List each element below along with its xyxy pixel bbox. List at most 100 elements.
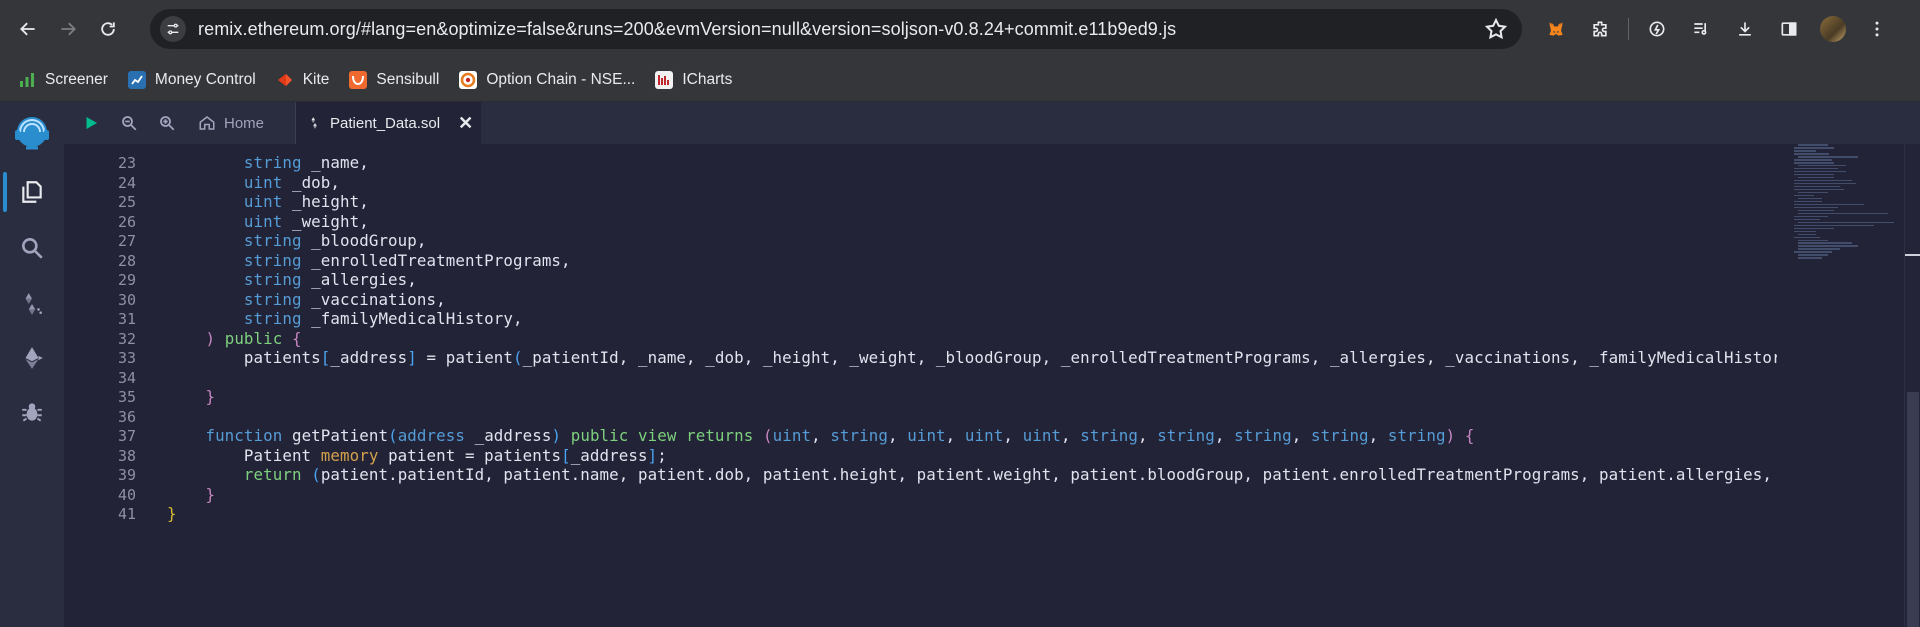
code-line[interactable]: string _bloodGroup, [167, 231, 427, 250]
code-token: return [243, 465, 302, 484]
code-token: uint [964, 426, 1004, 445]
code-token: uint [1022, 426, 1062, 445]
minimap-line [1798, 191, 1828, 194]
reload-button[interactable] [88, 9, 128, 49]
metamask-icon[interactable] [1538, 11, 1574, 47]
minimap[interactable] [1784, 144, 1900, 627]
code-token: _name, [301, 153, 369, 172]
code-line[interactable]: uint _dob, [167, 173, 340, 192]
tab-patient-data-sol[interactable]: Patient_Data.sol ✕ [296, 102, 482, 144]
code-token: uint [243, 211, 283, 231]
minimap-line [1798, 242, 1852, 245]
bookmark-screener[interactable]: Screener [14, 64, 118, 96]
bookmark-icharts[interactable]: ICharts [651, 64, 742, 96]
minimap-line [1798, 221, 1894, 224]
code-token: string [1387, 426, 1446, 445]
solidity-file-icon [311, 117, 317, 129]
line-number: 27 [117, 232, 136, 250]
code-line[interactable]: patients[_address] = patient(_patientId,… [167, 348, 1777, 367]
bookmark-sensibull[interactable]: Sensibull [345, 64, 449, 96]
minimap-line [1798, 239, 1828, 242]
code-line[interactable]: } [167, 387, 215, 406]
bookmark-option-chain[interactable]: Option Chain - NSE... [455, 64, 645, 96]
back-button[interactable] [8, 9, 48, 49]
code-line[interactable]: uint _height, [167, 192, 369, 211]
code-area[interactable]: string _name, uint _dob, uint _height, u… [167, 144, 1777, 627]
code-line[interactable]: string _allergies, [167, 270, 417, 289]
code-token: , [1214, 426, 1235, 445]
solidity-compiler-icon[interactable] [0, 282, 64, 326]
scrollbar-thumb[interactable] [1907, 392, 1919, 627]
side-panel-icon[interactable] [1771, 11, 1807, 47]
minimap-line [1794, 152, 1829, 155]
bar-chart-icon [18, 71, 36, 89]
download-icon[interactable] [1727, 11, 1763, 47]
profile-button[interactable] [1815, 11, 1851, 47]
bookmark-star-icon[interactable] [1484, 17, 1508, 41]
remix-logo-icon[interactable] [8, 110, 56, 158]
minimap-line [1794, 146, 1834, 149]
more-menu-icon[interactable] [1859, 11, 1895, 47]
code-line[interactable]: ) public { [167, 329, 302, 348]
forward-button[interactable] [48, 9, 88, 49]
code-token: ( [763, 426, 773, 445]
reload-icon [101, 22, 115, 36]
code-token: string [1234, 426, 1292, 445]
code-token: } [167, 504, 177, 523]
code-token: string [1080, 426, 1138, 445]
zoom-in-button[interactable] [148, 102, 186, 144]
zoom-out-button[interactable] [110, 102, 148, 144]
code-line[interactable]: string _name, [167, 153, 369, 172]
toolbar-divider [1628, 18, 1629, 40]
code-line[interactable]: string _familyMedicalHistory, [167, 309, 523, 328]
performance-icon[interactable] [1639, 11, 1675, 47]
code-token: string [243, 309, 302, 328]
search-icon[interactable] [0, 226, 64, 270]
code-token: , [945, 426, 965, 445]
code-token: _address [464, 426, 552, 445]
minimap-line [1794, 218, 1820, 221]
code-editor[interactable]: 23 24 25 26 27 28 29 30 31 32 33 34 35 36 37 38 39 40 41 s… [64, 144, 1920, 627]
code-token: ] [407, 348, 417, 367]
code-token: string [243, 231, 302, 250]
code-token: , [1291, 426, 1311, 445]
puzzle-icon[interactable] [1582, 11, 1618, 47]
bookmark-label: ICharts [682, 70, 733, 88]
bookmark-kite[interactable]: Kite [272, 64, 340, 96]
url-text[interactable]: remix.ethereum.org/#lang=en&optimize=fal… [198, 19, 1176, 40]
code-line[interactable]: string _vaccinations, [167, 290, 446, 309]
code-line[interactable]: function getPatient(address _address) pu… [167, 426, 1474, 445]
line-number: 38 [117, 446, 136, 465]
media-control-icon[interactable] [1683, 11, 1719, 47]
vertical-scrollbar[interactable] [1904, 144, 1920, 627]
code-line[interactable]: return (patient.patientId, patient.name,… [167, 465, 1772, 484]
code-line[interactable]: string _enrolledTreatmentPrograms, [167, 251, 571, 270]
code-token: ) [551, 426, 562, 445]
code-line[interactable]: } [167, 485, 215, 504]
code-line[interactable]: Patient memory patient = patients[_addre… [167, 446, 667, 465]
extensions-area [1538, 9, 1895, 49]
address-bar[interactable]: remix.ethereum.org/#lang=en&optimize=fal… [150, 9, 1522, 49]
code-token: string [243, 270, 302, 289]
close-tab-icon[interactable]: ✕ [458, 113, 473, 134]
deploy-run-icon[interactable] [0, 336, 64, 380]
moneycontrol-icon [127, 70, 146, 89]
minimap-line [1794, 167, 1838, 170]
site-info-icon[interactable] [160, 16, 186, 42]
bookmark-money-control[interactable]: Money Control [124, 64, 266, 96]
run-script-button[interactable] [72, 102, 110, 144]
tab-home[interactable]: Home [186, 102, 296, 144]
debugger-icon[interactable] [0, 390, 64, 434]
code-line[interactable]: } [167, 504, 177, 523]
file-explorer-icon[interactable] [0, 170, 64, 214]
code-line[interactable]: uint _weight, [167, 212, 369, 231]
line-number: 33 [117, 349, 136, 367]
code-token: , [1368, 426, 1388, 445]
